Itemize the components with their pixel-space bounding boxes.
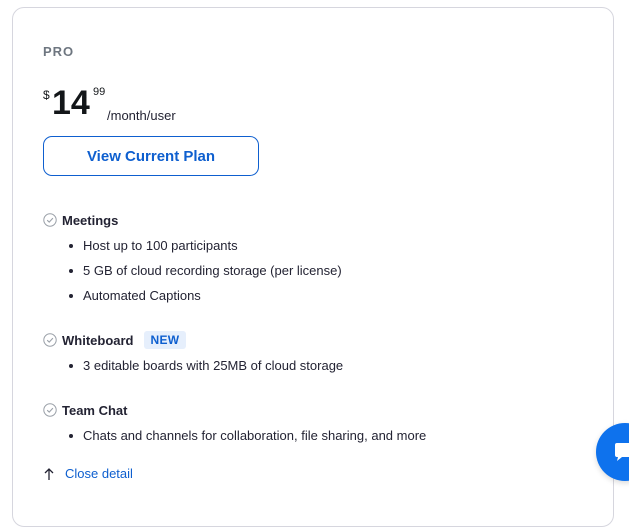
arrow-up-icon xyxy=(44,467,54,480)
feature-header: Meetings xyxy=(43,210,342,230)
feature-title: Meetings xyxy=(62,212,119,228)
feature-section-meetings: Meetings Host up to 100 participants 5 G… xyxy=(43,210,342,308)
check-circle-icon xyxy=(43,403,57,417)
close-detail-label: Close detail xyxy=(65,466,133,481)
feature-list: 3 editable boards with 25MB of cloud sto… xyxy=(43,353,343,378)
feature-header: Team Chat xyxy=(43,400,426,420)
plan-card: PRO $ 14 99 /month/user View Current Pla… xyxy=(12,7,614,527)
view-current-plan-button[interactable]: View Current Plan xyxy=(43,136,259,176)
chat-bubble-icon xyxy=(615,443,629,461)
list-item: Host up to 100 participants xyxy=(43,233,342,258)
feature-section-whiteboard: Whiteboard NEW 3 editable boards with 25… xyxy=(43,330,343,378)
feature-list: Host up to 100 participants 5 GB of clou… xyxy=(43,233,342,308)
price-cents: 99 xyxy=(93,86,106,98)
new-badge: NEW xyxy=(143,331,187,349)
feature-header: Whiteboard NEW xyxy=(43,330,343,350)
list-item: 5 GB of cloud recording storage (per lic… xyxy=(43,258,342,283)
list-item: 3 editable boards with 25MB of cloud sto… xyxy=(43,353,343,378)
check-circle-icon xyxy=(43,213,57,227)
check-circle-icon xyxy=(43,333,57,347)
feature-list: Chats and channels for collaboration, fi… xyxy=(43,423,426,448)
feature-section-team-chat: Team Chat Chats and channels for collabo… xyxy=(43,400,426,448)
list-item: Chats and channels for collaboration, fi… xyxy=(43,423,426,448)
list-item: Automated Captions xyxy=(43,283,342,308)
price-period: /month/user xyxy=(107,108,176,123)
price-currency: $ xyxy=(43,88,50,102)
price-amount: 14 xyxy=(52,84,90,122)
close-detail-link[interactable]: Close detail xyxy=(43,466,133,481)
feature-title: Team Chat xyxy=(62,402,128,418)
feature-title: Whiteboard xyxy=(62,332,134,348)
plan-name: PRO xyxy=(43,44,75,59)
